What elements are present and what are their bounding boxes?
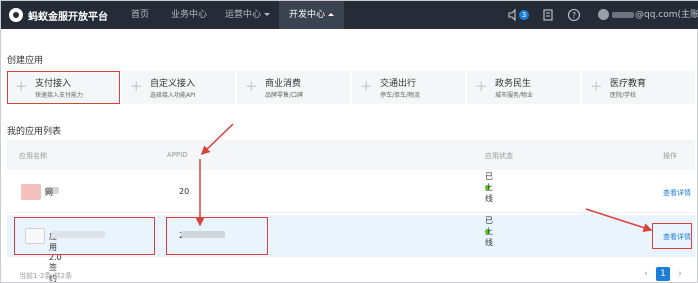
column-header-app-name: 应用名称 [19,152,47,160]
chevron-down-icon [264,13,271,16]
card-custom-access[interactable]: + 自定义接入 选择接入功能API [122,71,235,104]
plus-icon: + [590,77,603,95]
status-label: 已上线 [485,215,493,247]
column-header-appid: APPID [167,151,188,159]
app-icon [21,184,41,200]
card-subtitle: 快速接入支付能力 [35,92,84,99]
next-page-button[interactable]: › [673,267,687,281]
card-transportation[interactable]: + 交通出行 停车/单车/物流 [352,71,465,104]
plus-icon: + [15,77,28,95]
card-title: 交通出行 [380,79,417,89]
nav-business-center-label: 业务中心 [171,10,208,20]
card-subtitle: 城市服务/物业 [495,92,534,99]
ant-logo-icon [9,8,23,22]
column-header-action: 操作 [663,152,677,160]
card-title: 支付接入 [35,79,72,89]
plus-icon: + [130,77,143,95]
card-subtitle: 医院/学校 [610,92,637,99]
table-row[interactable]: 网 20 已上线 查看详情 [7,171,695,213]
card-title: 医疗教育 [610,79,647,89]
svg-text:?: ? [572,11,576,20]
annotation-box-view-details [652,223,692,249]
view-details-link[interactable]: 查看详情 [663,188,691,198]
account-label: @qq.com(主账号 [635,10,698,20]
brand-name: 蚂蚁金服开放平台 [28,11,108,23]
pagination-summary: 当前1-2条 共2条 [19,272,73,280]
brand[interactable]: 蚂蚁金服开放平台 [9,7,108,23]
document-icon[interactable] [541,8,555,22]
table-header: 应用名称 APPID 应用状态 操作 [7,140,695,170]
my-app-list-heading: 我的应用列表 [7,127,62,137]
nav-operation-center[interactable]: 运营中心 [225,1,271,29]
plus-icon: + [360,77,373,95]
chevron-up-icon [328,13,335,16]
card-subtitle: 品牌零售/口碑 [265,92,304,99]
card-medical-education[interactable]: + 医疗教育 医院/学校 [582,71,695,104]
card-commercial-consumption[interactable]: + 商业消费 品牌零售/口碑 [237,71,350,104]
nav-operation-center-label: 运营中心 [225,10,262,20]
main-panel: 创建应用 + 支付接入 快速接入支付能力 + 自定义接入 选择接入功能API +… [1,29,697,283]
help-icon[interactable]: ? [567,8,581,22]
card-title: 自定义接入 [150,79,196,89]
account-menu[interactable]: @qq.com(主账号 [612,1,698,29]
top-navigation-bar: 蚂蚁金服开放平台 首页 业务中心 运营中心 开发中心 3 ? @qq.com(主… [1,1,698,29]
nav-developer-center[interactable]: 开发中心 [279,1,345,29]
annotation-box-app-name [14,217,155,255]
plus-icon: + [475,77,488,95]
annotation-box-appid [166,217,268,255]
nav-business-center[interactable]: 业务中心 [171,1,207,29]
card-payment-access[interactable]: + 支付接入 快速接入支付能力 [7,71,120,104]
appid: 20 [179,187,190,196]
plus-icon: + [245,77,258,95]
message-count-badge: 3 [519,10,529,20]
status-label: 已上线 [485,171,493,203]
prev-page-button[interactable]: ‹ [639,267,653,281]
create-app-cards: + 支付接入 快速接入支付能力 + 自定义接入 选择接入功能API + 商业消费… [7,71,695,104]
card-subtitle: 选择接入功能API [150,92,196,99]
card-title: 商业消费 [265,79,302,89]
nav-developer-center-label: 开发中心 [289,10,326,20]
create-app-heading: 创建应用 [7,56,44,66]
redacted-account-prefix [612,11,634,18]
page-button-current[interactable]: 1 [656,267,670,281]
app-name: 网 [45,188,53,197]
nav-home[interactable]: 首页 [131,1,149,29]
card-government-services[interactable]: + 政务民生 城市服务/物业 [467,71,580,104]
avatar[interactable] [598,9,609,20]
column-header-status: 应用状态 [485,152,513,160]
card-title: 政务民生 [495,79,532,89]
card-subtitle: 停车/单车/物流 [380,92,421,99]
